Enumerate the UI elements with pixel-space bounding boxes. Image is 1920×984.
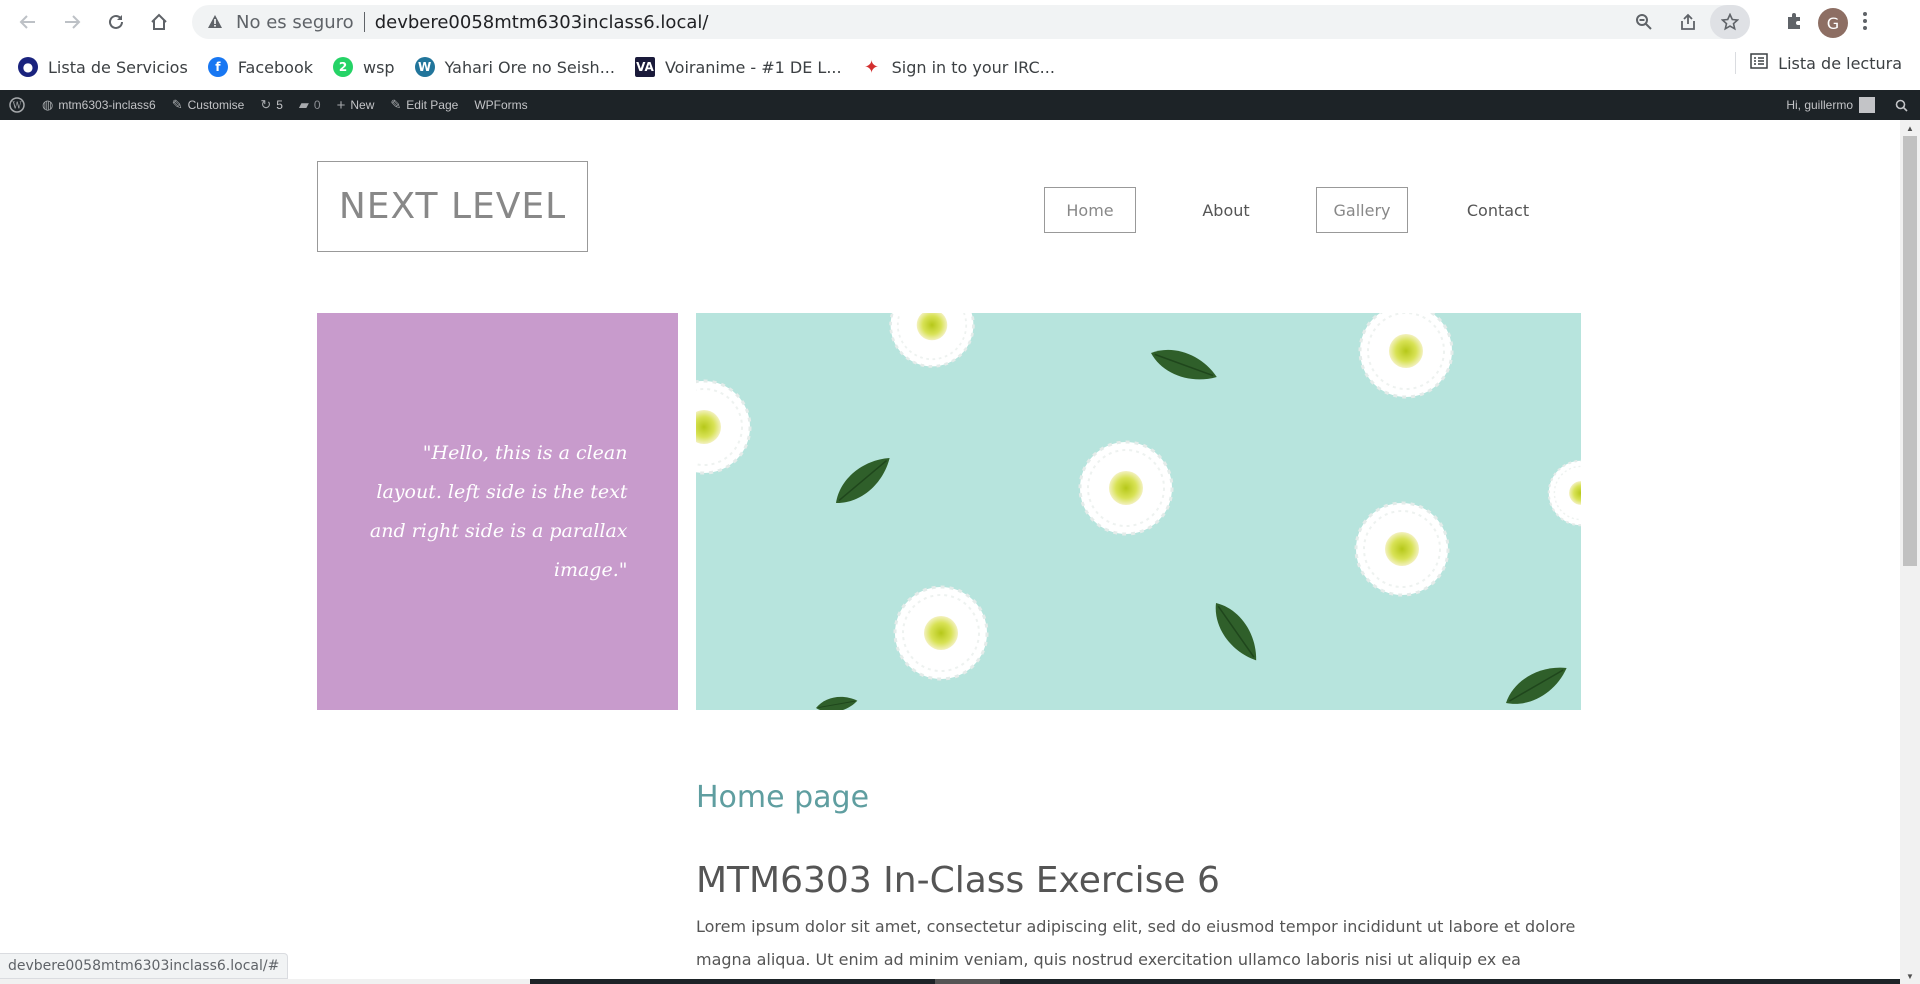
bookmark-star-icon[interactable]	[1710, 5, 1750, 39]
voiranime-icon: VA	[634, 57, 655, 77]
security-label[interactable]: No es seguro	[236, 12, 354, 33]
admin-search-icon[interactable]	[1883, 90, 1920, 120]
extensions-icon[interactable]	[1784, 11, 1804, 36]
admin-comments-count: 0	[313, 98, 321, 112]
reload-icon[interactable]	[102, 8, 130, 36]
comment-icon: ▰	[298, 97, 309, 112]
scroll-down-icon[interactable]: ▼	[1900, 968, 1920, 984]
bookmark-list: ● Lista de Servicios f Facebook 2 wsp W …	[10, 52, 1063, 82]
post-body: Lorem ipsum dolor sit amet, consectetur …	[696, 917, 1576, 984]
omnibox-actions	[1622, 5, 1750, 39]
address-bar[interactable]: No es seguro devbere0058mtm6303inclass6.…	[192, 5, 1750, 39]
post-title: MTM6303 In-Class Exercise 6	[696, 860, 1220, 901]
admin-site-label: mtm6303-inclass6	[58, 98, 156, 112]
bookmark-label: Lista de Servicios	[48, 57, 188, 77]
scroll-up-icon[interactable]: ▲	[1900, 120, 1920, 136]
admin-updates[interactable]: ↻ 5	[252, 90, 291, 120]
facebook-icon: f	[207, 57, 228, 77]
forward-icon[interactable]	[58, 8, 86, 36]
admin-customise-label: Customise	[187, 98, 245, 112]
reading-list-label: Lista de lectura	[1778, 53, 1902, 73]
admin-greeting: Hi, guillermo	[1786, 98, 1853, 112]
browser-actions: G	[1784, 8, 1868, 38]
hero-parallax-image	[696, 313, 1581, 710]
admin-wpforms-label: WPForms	[474, 98, 528, 112]
wordpress-icon: W	[414, 57, 435, 77]
url-text[interactable]: devbere0058mtm6303inclass6.local/	[375, 12, 709, 33]
admin-edit-label: Edit Page	[406, 98, 459, 112]
admin-new-label: New	[350, 98, 375, 112]
bookmark-label: Voiranime - #1 DE L...	[664, 57, 842, 77]
bookmark-label: wsp	[363, 57, 395, 77]
bookmarks-divider	[1735, 52, 1737, 74]
menu-kebab-icon[interactable]	[1862, 11, 1868, 36]
intro-quote-box: "Hello, this is a clean layout. left sid…	[317, 313, 678, 710]
bookmark-favicon-icon: ●	[18, 57, 38, 77]
bookmarks-bar: ● Lista de Servicios f Facebook 2 wsp W …	[0, 44, 1920, 90]
bookmark-label: Sign in to your IRC...	[891, 57, 1055, 77]
page-viewport: NEXT LEVEL Home About Gallery Contact "H…	[0, 120, 1900, 984]
profile-avatar[interactable]: G	[1818, 8, 1848, 38]
dashboard-icon: ◍	[42, 97, 54, 112]
site-logo[interactable]: NEXT LEVEL	[317, 161, 588, 252]
bottom-strip	[0, 979, 1900, 984]
bookmark-item[interactable]: W Yahari Ore no Seish...	[407, 52, 623, 82]
admin-site-name[interactable]: ◍ mtm6303-inclass6	[34, 90, 164, 120]
browser-toolbar: No es seguro devbere0058mtm6303inclass6.…	[0, 0, 1920, 44]
bookmark-item[interactable]: VA Voiranime - #1 DE L...	[627, 52, 850, 82]
admin-updates-count: 5	[276, 98, 283, 112]
bookmark-item[interactable]: f Facebook	[200, 52, 321, 82]
wp-admin-bar: W ◍ mtm6303-inclass6 ✎ Customise ↻ 5 ▰ 0…	[0, 90, 1920, 120]
zoom-icon[interactable]	[1622, 5, 1666, 39]
scrollbar-thumb[interactable]	[1903, 136, 1917, 566]
reading-list-icon	[1750, 52, 1768, 74]
nav-gallery[interactable]: Gallery	[1316, 187, 1408, 233]
admin-avatar	[1859, 97, 1875, 113]
vertical-scrollbar[interactable]: ▲ ▼	[1900, 120, 1920, 984]
maple-leaf-icon: ✦	[864, 56, 880, 78]
whatsapp-icon: 2	[333, 57, 353, 77]
admin-wpforms[interactable]: WPForms	[466, 90, 535, 120]
reading-list-button[interactable]: Lista de lectura	[1735, 52, 1902, 74]
bookmark-label: Yahari Ore no Seish...	[444, 57, 615, 77]
pencil-icon: ✎	[390, 97, 402, 112]
admin-bar-right: Hi, guillermo	[1778, 90, 1920, 120]
admin-edit-page[interactable]: ✎ Edit Page	[382, 90, 466, 120]
brush-icon: ✎	[171, 97, 183, 112]
intro-quote: "Hello, this is a clean layout. left sid…	[369, 441, 628, 581]
nav-home[interactable]: Home	[1044, 187, 1136, 233]
updates-icon: ↻	[260, 97, 272, 112]
back-icon[interactable]	[14, 8, 42, 36]
home-icon[interactable]	[145, 8, 173, 36]
link-status-bubble: devbere0058mtm6303inclass6.local/#	[0, 953, 289, 979]
admin-customise[interactable]: ✎ Customise	[164, 90, 253, 120]
bottom-strip-dark	[530, 979, 1900, 984]
share-icon[interactable]	[1666, 5, 1710, 39]
warning-icon[interactable]	[206, 13, 224, 31]
bottom-strip-mark	[935, 979, 1000, 984]
bookmark-item[interactable]: ● Lista de Servicios	[10, 52, 196, 82]
nav-about[interactable]: About	[1182, 187, 1270, 233]
admin-new[interactable]: + New	[329, 90, 383, 120]
bookmark-label: Facebook	[237, 57, 313, 77]
wordpress-logo-icon[interactable]: W	[0, 90, 34, 120]
admin-comments[interactable]: ▰ 0	[291, 90, 329, 120]
nav-contact[interactable]: Contact	[1454, 187, 1542, 233]
omnibox-separator	[363, 12, 365, 32]
svg-text:W: W	[12, 102, 22, 112]
flower-pattern	[696, 313, 1581, 710]
bookmark-item[interactable]: ✦ Sign in to your IRC...	[854, 52, 1063, 82]
plus-icon: +	[336, 96, 346, 114]
page-title: Home page	[696, 780, 870, 815]
admin-account[interactable]: Hi, guillermo	[1778, 90, 1883, 120]
bookmark-item[interactable]: 2 wsp	[325, 52, 403, 82]
